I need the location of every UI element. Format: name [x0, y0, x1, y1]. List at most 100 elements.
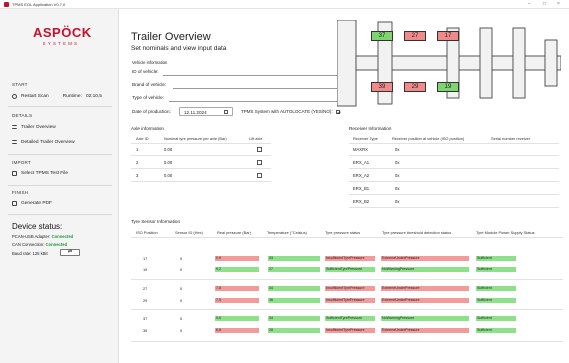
temperature: 34	[268, 286, 320, 291]
temperature: 33	[268, 256, 320, 261]
tyre-badge-29: 29	[404, 82, 426, 92]
table-row-divider	[349, 207, 559, 208]
real-pressure: 7,8	[215, 286, 259, 291]
iso-position: 29	[143, 298, 148, 303]
receiver-position: 0x	[395, 173, 400, 178]
pcan-status: PCAN-USB Adapter: Connected	[12, 234, 73, 239]
receiver-type: ERX_A1	[353, 160, 370, 165]
table-row-divider	[131, 341, 563, 342]
receiver-col-position: Receiver position at vehicle (ISO positi…	[392, 136, 465, 141]
sensor-col-power: Tyre Module Power Supply Status	[476, 230, 535, 235]
axle-3	[512, 27, 526, 99]
divider	[8, 106, 112, 107]
lift-axle-checkbox[interactable]	[257, 160, 262, 165]
power-supply-status: Sufficient	[476, 298, 516, 303]
production-date-field[interactable]: 12.11.2024	[179, 107, 233, 116]
tyre-badge-19: 19	[437, 82, 459, 92]
power-supply-status: Sufficient	[476, 267, 516, 272]
tyre-sensor-header: Tyre Sensor Information	[131, 219, 181, 224]
aspoeck-logo: ASPÖCK SYSTEMS	[33, 26, 91, 52]
close-button[interactable]: ×	[557, 1, 560, 7]
tyre-pressure-status: InsufficientTyrePressure	[325, 286, 375, 291]
real-pressure: 9,6	[215, 316, 259, 321]
receiver-type: MAXRX	[353, 147, 368, 152]
generate-pdf-label: Generate PDF	[21, 200, 52, 206]
main-panel: Trailer Overview Set nominals and view i…	[119, 9, 569, 363]
table-row-divider	[131, 237, 563, 238]
sensor-col-threshold: Tyre pressure threshold detection status	[382, 230, 452, 235]
maximize-button[interactable]: □	[543, 1, 546, 7]
threshold-status: NoWarningPressure	[381, 316, 469, 321]
divider	[8, 154, 112, 155]
tyre-pressure-status: InsufficientTyrePressure	[325, 328, 375, 333]
real-pressure: 9,2	[215, 267, 259, 272]
tyre-badge-17: 17	[437, 31, 459, 41]
finish-section-header: FINISH	[12, 190, 29, 195]
iso-position: 27	[143, 286, 148, 291]
lift-axle-checkbox[interactable]	[257, 173, 262, 178]
file-icon	[12, 170, 17, 176]
production-date-label: Date of production:	[132, 109, 171, 114]
sensor-id: 0	[180, 256, 183, 261]
receiver-type: ERX_B1	[353, 186, 370, 191]
sensor-id: 0	[180, 298, 183, 303]
lift-axle-checkbox[interactable]	[257, 147, 262, 152]
logo-tagline: SYSTEMS	[42, 41, 80, 46]
production-date-value: 12.11.2024	[184, 110, 207, 115]
tyre-pressure-status: InsufficientTyrePressure	[325, 256, 375, 261]
can-value: Connected	[45, 242, 68, 247]
tyre-pressure-status: SufficientTyrePressure	[325, 267, 375, 272]
chassis-front-panel	[337, 20, 357, 107]
pdf-icon	[12, 200, 17, 206]
select-file-label: Select TPMS Test File	[21, 170, 69, 176]
pcan-label: PCAN-USB Adapter:	[12, 234, 51, 239]
sidebar-item-trailer-overview[interactable]: Trailer Overview	[12, 123, 56, 131]
vehicle-id-input[interactable]	[163, 75, 339, 76]
vehicle-type-input[interactable]	[169, 101, 339, 102]
page-subtitle: Set nominals and view input data	[131, 45, 227, 52]
restart-scan-label: Restart Scan	[21, 93, 49, 99]
vehicle-info-header: Vehicle information	[132, 60, 168, 65]
start-section-header: START	[12, 82, 28, 87]
power-supply-status: Sufficient	[476, 286, 516, 291]
axle-pressure: 0.00	[164, 173, 173, 178]
generate-pdf-button[interactable]: Generate PDF	[12, 199, 52, 207]
baud-rate-swap-button[interactable]: ⇄	[60, 249, 80, 256]
table-row-divider	[131, 279, 563, 280]
receiver-position: 0x	[395, 147, 400, 152]
restart-scan-button[interactable]: Restart Scan Runtime: 02:10,5	[12, 92, 102, 100]
tyre-badge-37: 37	[371, 31, 393, 41]
sensor-id: 0	[180, 286, 183, 291]
divider	[8, 185, 112, 186]
sidebar: ASPÖCK SYSTEMS START Restart Scan Runtim…	[0, 9, 119, 363]
vehicle-brand-input[interactable]	[173, 88, 339, 89]
iso-position: 37	[143, 316, 148, 321]
divider	[8, 214, 112, 215]
sensor-id: 0	[180, 267, 183, 272]
autolocate-checkbox[interactable]	[335, 109, 340, 114]
runtime-value: 02:10,5	[85, 93, 102, 99]
restart-icon	[12, 93, 17, 99]
select-tpms-file-button[interactable]: Select TPMS Test File	[12, 169, 68, 177]
power-supply-status: Sufficient	[476, 328, 516, 333]
sidebar-item-detailed-trailer-overview[interactable]: Detailed Trailer Overview	[12, 138, 75, 146]
details-section-header: DETAILS	[12, 113, 33, 118]
tyre-pressure-status: SufficientTyrePressure	[325, 316, 375, 321]
tyre-badge-27: 27	[404, 31, 426, 41]
vehicle-brand-label: Brand of vehicle:	[132, 82, 167, 87]
power-supply-status: Sufficient	[476, 316, 516, 321]
table-row-divider	[131, 309, 563, 310]
calendar-icon[interactable]	[224, 110, 228, 114]
table-row-divider	[349, 155, 559, 156]
receiver-position: 0x	[395, 186, 400, 191]
threshold-status: ExtremeUnderPressure	[381, 328, 469, 333]
receiver-position: 0x	[395, 160, 400, 165]
axle-id: 1	[136, 147, 139, 152]
receiver-type: ERX_B2	[353, 199, 370, 204]
minimize-button[interactable]: –	[528, 1, 531, 7]
real-pressure: 6,8	[215, 328, 259, 333]
axle-col-lift: Lift axle	[249, 136, 263, 141]
can-label: CAN Connection:	[12, 242, 45, 247]
real-pressure: 0,9	[215, 256, 259, 261]
iso-position: 39	[143, 328, 148, 333]
